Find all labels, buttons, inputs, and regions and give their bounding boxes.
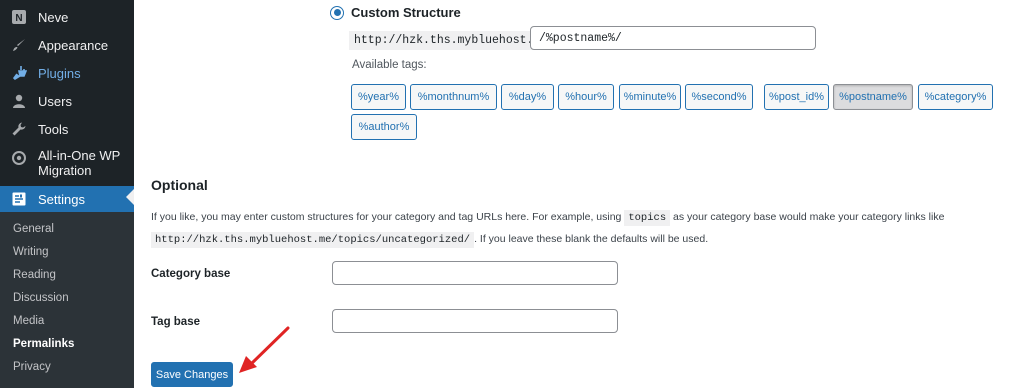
tag-button[interactable]: %year% [351, 84, 406, 110]
paintbrush-icon [9, 35, 29, 55]
custom-structure-label: Custom Structure [351, 5, 461, 20]
category-base-label: Category base [151, 268, 231, 280]
save-changes-button[interactable]: Save Changes [151, 362, 233, 387]
sidebar-item-label: Appearance [38, 37, 109, 53]
tag-button[interactable]: %second% [685, 84, 753, 110]
migration-icon [9, 148, 29, 168]
sidebar-item-neve[interactable]: N Neve [0, 5, 134, 29]
tag-button[interactable]: %day% [501, 84, 554, 110]
tag-base-label: Tag base [151, 316, 200, 328]
base-url-prefix: http://hzk.ths.mybluehost.me [349, 31, 553, 50]
neve-logo-icon: N [9, 7, 29, 27]
available-tags-label: Available tags: [352, 59, 427, 71]
sidebar-item-label: Plugins [38, 65, 81, 81]
tag-button[interactable]: %category% [918, 84, 993, 110]
tag-button[interactable]: %post_id% [764, 84, 829, 110]
svg-text:N: N [15, 13, 22, 24]
tag-button[interactable]: %postname% [833, 84, 913, 110]
desc-code-url: http://hzk.ths.mybluehost.me/topics/unca… [151, 232, 475, 248]
sidebar-item-tools[interactable]: Tools [0, 117, 134, 141]
submenu-item-privacy[interactable]: Privacy [13, 361, 51, 373]
category-base-input[interactable] [332, 261, 618, 285]
sidebar-item-users[interactable]: Users [0, 89, 134, 113]
user-icon [9, 91, 29, 111]
submenu-item-reading[interactable]: Reading [13, 269, 56, 281]
optional-section-title: Optional [151, 177, 208, 193]
sidebar-item-label: Tools [38, 121, 69, 137]
tag-button[interactable]: %minute% [619, 84, 681, 110]
sidebar-item-all-in-one-wp-migration[interactable]: All-in-One WP Migration [0, 148, 134, 180]
submenu-item-writing[interactable]: Writing [13, 246, 49, 258]
submenu-item-media[interactable]: Media [13, 315, 44, 327]
sidebar-item-label: Settings [38, 191, 85, 207]
desc-text: as your category base would make your ca… [673, 211, 945, 223]
submenu-item-permalinks[interactable]: Permalinks [13, 338, 74, 350]
settings-icon [9, 189, 29, 209]
sidebar-item-label: All-in-One WP Migration [38, 148, 121, 178]
settings-submenu: General Writing Reading Discussion Media… [0, 212, 134, 388]
desc-text: If you like, you may enter custom struct… [151, 211, 622, 223]
tag-base-input[interactable] [332, 309, 618, 333]
main-content: Custom Structure http://hzk.ths.myblueho… [134, 0, 1024, 388]
submenu-item-general[interactable]: General [13, 223, 54, 235]
submenu-item-discussion[interactable]: Discussion [13, 292, 69, 304]
tag-button[interactable]: %monthnum% [410, 84, 497, 110]
annotation-arrow-icon [239, 326, 290, 373]
tag-button[interactable]: %author% [351, 114, 417, 140]
optional-description: If you like, you may enter custom struct… [151, 207, 1011, 251]
tag-button[interactable]: %hour% [558, 84, 614, 110]
custom-structure-option[interactable]: Custom Structure [330, 5, 461, 20]
current-menu-pointer [126, 189, 134, 205]
sidebar-item-plugins[interactable]: Plugins [0, 61, 134, 85]
desc-text: . If you leave these blank the defaults … [474, 233, 709, 245]
custom-structure-input[interactable] [530, 26, 816, 50]
desc-code-topics: topics [624, 210, 671, 226]
sidebar-item-appearance[interactable]: Appearance [0, 33, 134, 57]
plugin-icon [9, 63, 29, 83]
admin-sidebar: N Neve Appearance Plugins Users Tools Al… [0, 0, 134, 388]
wrench-icon [9, 119, 29, 139]
sidebar-item-label: Neve [38, 9, 69, 25]
custom-structure-radio[interactable] [330, 5, 344, 20]
sidebar-item-label: Users [38, 93, 72, 109]
sidebar-item-settings[interactable]: Settings [0, 186, 134, 212]
